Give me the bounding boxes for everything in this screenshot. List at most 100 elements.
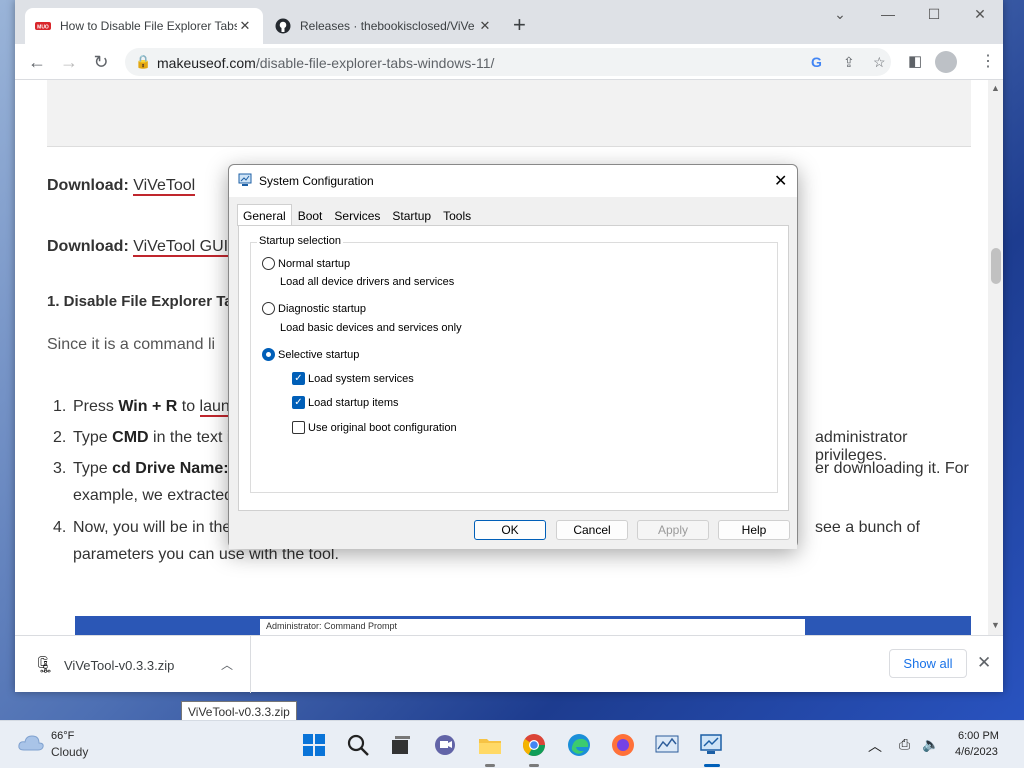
step-text-bold: cd Drive Name:\ [112, 460, 234, 477]
radio-label: Diagnostic startup [278, 302, 367, 315]
scrollbar[interactable]: ▲ ▼ [988, 80, 1003, 635]
bookmark-star-icon[interactable]: ☆ [873, 54, 886, 71]
share-icon[interactable]: ⇪ [843, 54, 855, 71]
load-system-services-checkbox[interactable]: ✓ Load system services [292, 372, 414, 385]
github-icon [275, 18, 291, 34]
menu-dots-icon[interactable]: ⋮ [980, 51, 996, 71]
step-3-cont: example, we extracted [73, 487, 234, 504]
maximize-icon[interactable]: ☐ [919, 6, 949, 23]
volume-icon[interactable]: 🔈 [922, 736, 939, 753]
chevron-down-icon[interactable]: ⌄ [825, 6, 855, 23]
clock-time[interactable]: 6:00 PM [958, 730, 999, 742]
ok-button[interactable]: OK [474, 520, 546, 540]
minimize-icon[interactable]: — [873, 6, 903, 22]
chat-icon[interactable] [432, 732, 458, 758]
dialog-title-bar: System Configuration ✕ [229, 165, 797, 197]
cloud-icon[interactable] [17, 733, 45, 753]
tab-startup[interactable]: Startup [386, 204, 437, 226]
taskbar: 66°F Cloudy ︿ ⎙ 🔈 6:00 PM 4/6/2023 [0, 720, 1024, 768]
system-configuration-icon[interactable] [698, 732, 724, 758]
diagnostic-startup-radio[interactable]: Diagnostic startup [262, 302, 366, 315]
checkmark-icon: ✓ [292, 372, 305, 385]
side-panel-icon[interactable]: ◧ [908, 52, 922, 70]
msconfig-icon [238, 173, 252, 186]
radio-label: Selective startup [278, 348, 360, 361]
tab-close-icon[interactable]: ✕ [237, 18, 253, 34]
diagnostic-startup-desc: Load basic devices and services only [280, 322, 462, 334]
step-text-c: in the text i [148, 429, 231, 446]
download-item[interactable]: 🗜 ViVeTool-v0.3.3.zip ︿ [15, 636, 251, 693]
network-icon[interactable]: ⎙ [899, 736, 910, 753]
show-all-button[interactable]: Show all [889, 649, 967, 678]
performance-monitor-icon[interactable] [654, 732, 680, 758]
radio-circle [262, 302, 275, 315]
vivetool-gui-link[interactable]: ViVeTool GUI [133, 238, 229, 257]
dialog-title: System Configuration [259, 174, 374, 188]
chevron-up-icon[interactable]: ︿ [221, 656, 233, 673]
edge-icon[interactable] [566, 732, 592, 758]
windows-start-icon[interactable] [301, 732, 327, 758]
chevron-up-icon[interactable]: ︿ [868, 736, 882, 756]
step-text: Type cd Drive Name:\ [73, 460, 233, 478]
step-number: 3. [53, 460, 67, 477]
reload-icon[interactable]: ↻ [89, 50, 113, 74]
cancel-button[interactable]: Cancel [556, 520, 628, 540]
tab-close-icon[interactable]: ✕ [477, 18, 493, 34]
system-configuration-dialog: System Configuration ✕ General Boot Serv… [228, 164, 798, 549]
step-text: Now, you will be in the [73, 519, 232, 536]
close-icon[interactable]: ✕ [774, 171, 787, 191]
radio-circle [262, 257, 275, 270]
window-close-icon[interactable]: ✕ [965, 6, 995, 23]
scroll-up-icon[interactable]: ▲ [991, 83, 1000, 93]
tab-services[interactable]: Services [328, 204, 386, 226]
scroll-thumb[interactable] [991, 248, 1001, 284]
tab-tools[interactable]: Tools [437, 204, 477, 226]
checkbox-label: Load system services [308, 372, 414, 385]
address-bar[interactable]: 🔒 makeuseof.com/disable-file-explorer-ta… [125, 48, 891, 76]
url-text: makeuseof.com/disable-file-explorer-tabs… [157, 55, 494, 71]
step-number: 4. [53, 519, 67, 536]
running-indicator [485, 764, 495, 767]
tab-strip: MUO How to Disable File Explorer Tabs ✕ … [15, 0, 1003, 44]
zip-file-icon: 🗜 [34, 657, 55, 674]
checkmark-icon: ✓ [292, 396, 305, 409]
tab-github[interactable]: Releases · thebookisclosed/ViVe ✕ [265, 8, 503, 44]
step-text-bold: CMD [112, 429, 149, 446]
load-startup-items-checkbox[interactable]: ✓ Load startup items [292, 396, 399, 409]
normal-startup-desc: Load all device drivers and services [280, 276, 455, 288]
new-tab-icon[interactable]: + [513, 14, 526, 36]
chrome-icon[interactable] [521, 732, 547, 758]
tab-general[interactable]: General [237, 204, 292, 226]
normal-startup-radio[interactable]: Normal startup [262, 257, 350, 270]
checkbox-box [292, 421, 305, 434]
selective-startup-radio[interactable]: Selective startup [262, 348, 359, 361]
vivetool-link[interactable]: ViVeTool [133, 177, 196, 196]
tab-makeuseof[interactable]: MUO How to Disable File Explorer Tabs ✕ [25, 8, 263, 44]
profile-avatar[interactable] [935, 51, 957, 73]
step-text-bold: Win + R [118, 398, 178, 415]
forward-icon[interactable]: → [57, 50, 81, 74]
firefox-icon[interactable] [610, 732, 636, 758]
group-label: Startup selection [257, 235, 343, 247]
lock-icon: 🔒 [135, 54, 152, 69]
download-label: Download: [47, 238, 129, 255]
weather-desc[interactable]: Cloudy [51, 745, 88, 759]
file-explorer-icon[interactable] [477, 732, 503, 758]
task-view-icon[interactable] [388, 732, 414, 758]
back-icon[interactable]: ← [25, 50, 49, 74]
ad-banner [47, 80, 971, 147]
step-text: Type CMD in the text i [73, 429, 230, 447]
step-text-a: Press [73, 398, 119, 415]
weather-temp[interactable]: 66°F [51, 730, 74, 742]
clock-date[interactable]: 4/6/2023 [955, 746, 998, 758]
scroll-down-icon[interactable]: ▼ [991, 620, 1000, 630]
makeuseof-icon: MUO [35, 22, 51, 31]
google-icon[interactable]: G [811, 54, 822, 70]
help-button[interactable]: Help [718, 520, 790, 540]
tab-boot[interactable]: Boot [292, 204, 329, 226]
apply-button[interactable]: Apply [637, 520, 709, 540]
search-icon[interactable] [345, 732, 371, 758]
close-icon[interactable]: ✕ [977, 653, 991, 673]
use-original-boot-config-checkbox[interactable]: Use original boot configuration [292, 421, 457, 434]
url-domain: makeuseof.com [157, 55, 256, 71]
